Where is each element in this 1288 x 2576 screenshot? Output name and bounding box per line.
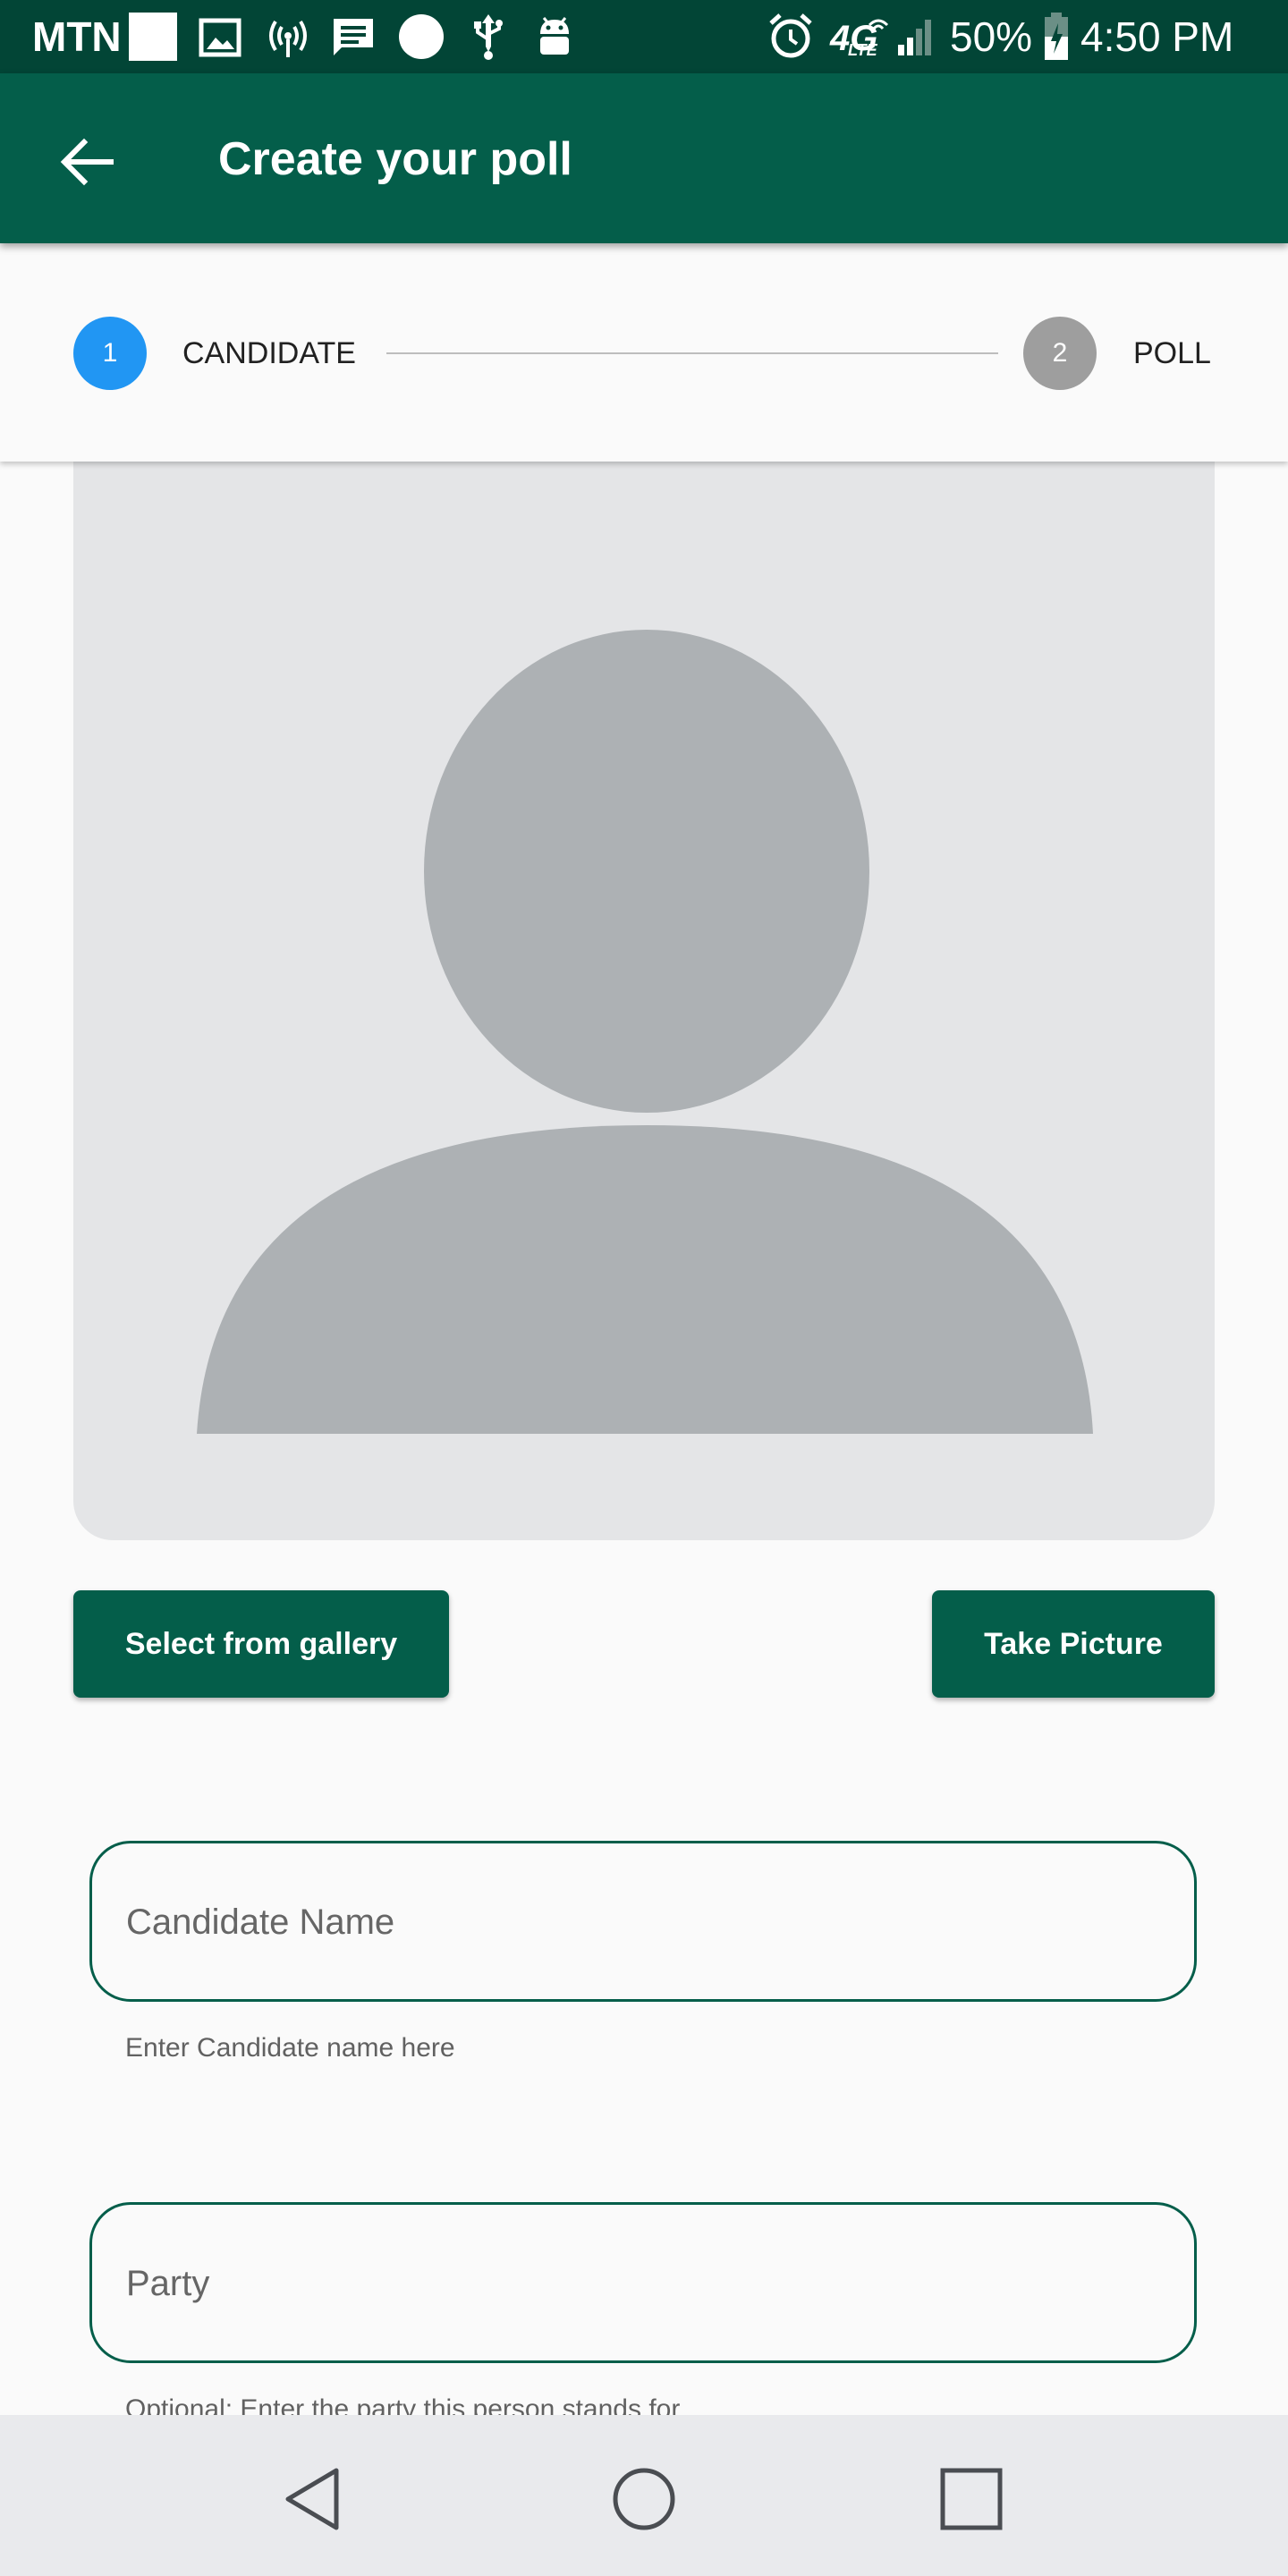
step-connector (386, 352, 998, 354)
square-notification-icon (129, 13, 177, 61)
party-placeholder: Party (126, 2264, 210, 2303)
step-2-label[interactable]: POLL (1133, 331, 1211, 376)
lte-icon (868, 13, 889, 38)
take-picture-button[interactable]: Take Picture (932, 1590, 1215, 1698)
step-1-label[interactable]: CANDIDATE (182, 331, 356, 376)
android-debug-icon (533, 14, 576, 64)
carrier-name: MTN (32, 13, 122, 60)
battery-charging-icon (1043, 13, 1070, 65)
stepper: 1 CANDIDATE 2 POLL (0, 243, 1288, 462)
image-icon (199, 18, 242, 62)
alarm-icon (767, 13, 814, 65)
hotspot-icon (265, 16, 311, 64)
party-field[interactable]: Party (89, 2202, 1197, 2363)
message-icon (331, 16, 376, 64)
status-bar: MTN 4G LTE 50% 4:50 PM (0, 0, 1288, 73)
candidate-name-placeholder: Candidate Name (126, 1902, 395, 1942)
step-1-circle[interactable]: 1 (73, 317, 147, 390)
recents-square-icon[interactable] (936, 2463, 1007, 2535)
network-subtype: LTE (848, 41, 877, 59)
clock-time: 4:50 PM (1080, 13, 1234, 60)
signal-icon (896, 16, 939, 62)
system-nav-bar (0, 2415, 1288, 2576)
select-from-gallery-button[interactable]: Select from gallery (73, 1590, 449, 1698)
candidate-name-field[interactable]: Candidate Name (89, 1841, 1197, 2002)
usb-icon (470, 13, 506, 65)
home-circle-icon[interactable] (608, 2463, 680, 2535)
page-title: Create your poll (218, 133, 572, 185)
candidate-photo-placeholder (73, 462, 1215, 1540)
circle-notification-icon (399, 14, 444, 59)
person-silhouette-icon (197, 630, 1093, 1434)
battery-percent: 50% (950, 13, 1033, 60)
candidate-name-helper: Enter Candidate name here (125, 2033, 455, 2063)
arrow-back-icon[interactable] (55, 131, 118, 193)
step-2-circle[interactable]: 2 (1023, 317, 1097, 390)
app-bar: Create your poll (0, 73, 1288, 243)
back-triangle-icon[interactable] (279, 2463, 351, 2535)
